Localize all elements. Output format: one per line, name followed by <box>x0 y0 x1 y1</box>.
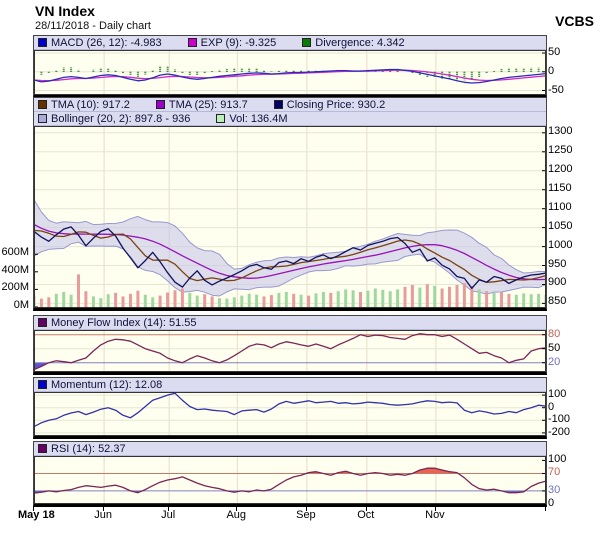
legend-bar: Money Flow Index (14): 51.55 <box>34 316 546 330</box>
close-swatch <box>273 100 283 109</box>
legend-item: EXP (9): -9.325 <box>187 36 277 49</box>
y-axis-tick-label: 50 <box>548 341 561 354</box>
legend-label: EXP (9): -9.325 <box>200 36 277 49</box>
volume-axis-label: 400M <box>1 263 29 276</box>
y-axis-tick-label: 950 <box>548 257 567 270</box>
y-axis-tick-label: 100 <box>548 388 567 401</box>
macd-plot <box>34 50 546 95</box>
volume-axis-label: 0M <box>13 299 29 311</box>
legend-item: MACD (26, 12): -4.983 <box>38 37 162 49</box>
x-axis-tick <box>545 506 546 511</box>
momentum-swatch <box>38 380 47 389</box>
tma10-swatch <box>38 100 47 109</box>
y-axis-tick-label: 100 <box>548 453 567 466</box>
legend-item: Vol: 136.4M <box>216 112 288 125</box>
macd-swatch <box>38 38 47 47</box>
legend-item: RSI (14): 52.37 <box>38 443 126 455</box>
y-axis-tick-label: 850 <box>548 295 567 308</box>
tma25-swatch <box>155 100 165 109</box>
vol-swatch <box>216 114 226 123</box>
macd-panel: MACD (26, 12): -4.983 EXP (9): -9.325 Dive… <box>33 35 547 98</box>
legend-label: TMA (10): 917.2 <box>51 98 130 111</box>
y-axis-tick-label: -200 <box>548 425 571 438</box>
price-panel: TMA (10): 917.2 TMA (25): 913.7 Closing Pr… <box>33 97 547 311</box>
legend-item: TMA (10): 917.2 <box>38 99 130 111</box>
legend-bar: MACD (26, 12): -4.983 EXP (9): -9.325 Dive… <box>34 36 546 50</box>
rsi-panel: RSI (14): 52.37 <box>33 441 547 507</box>
chart-title: VN Index <box>35 3 95 19</box>
y-axis-tick-label: 0 <box>548 400 555 413</box>
y-axis-tick-label: 20 <box>548 355 561 368</box>
legend-item: Momentum (12): 12.08 <box>38 379 162 391</box>
rsi-swatch <box>38 444 47 453</box>
y-axis-tick-label: 1150 <box>548 181 572 194</box>
x-axis-tick <box>236 506 238 511</box>
y-axis-tick-label: 50 <box>548 46 561 58</box>
legend-bar: RSI (14): 52.37 <box>34 442 546 456</box>
bollinger-swatch <box>38 114 47 123</box>
chart-subtitle: 28/11/2018 - Daily chart <box>35 20 151 32</box>
mom-panel: Momentum (12): 12.08 <box>33 377 547 439</box>
x-axis-tick <box>168 506 170 511</box>
rsi-plot <box>34 456 546 504</box>
y-axis-tick-label: 1000 <box>548 238 573 251</box>
mfi-panel: Money Flow Index (14): 51.55 <box>33 315 547 375</box>
y-axis-tick-label: 900 <box>548 276 567 289</box>
legend-item: Closing Price: 930.2 <box>273 98 386 111</box>
mfi-plot <box>34 330 546 372</box>
legend-bar: TMA (10): 917.2 TMA (25): 913.7 Closing Pr… <box>34 98 546 112</box>
y-axis-tick-label: 0 <box>548 64 555 77</box>
legend-item: Money Flow Index (14): 51.55 <box>38 317 197 329</box>
legend-item: Bollinger (20, 2): 897.8 - 936 <box>38 113 190 125</box>
x-axis-tick <box>365 506 367 511</box>
x-axis-tick <box>305 506 307 511</box>
legend-item: Divergence: 4.342 <box>302 36 405 49</box>
legend-label: Money Flow Index (14): 51.55 <box>51 316 197 329</box>
y-axis-tick-label: 1300 <box>548 124 573 137</box>
x-axis-tick <box>103 506 105 511</box>
legend-label: Divergence: 4.342 <box>315 36 405 49</box>
x-axis-start-label: May 18 <box>18 509 55 521</box>
y-axis-tick-label: 0 <box>548 497 555 509</box>
legend-item: TMA (25): 913.7 <box>155 98 248 111</box>
legend-label: MACD (26, 12): -4.983 <box>51 36 162 49</box>
price-plot <box>34 126 546 308</box>
y-axis-tick-label: -100 <box>548 413 571 426</box>
y-axis-tick-label: 1100 <box>548 200 572 213</box>
volume-axis-label: 600M <box>1 246 29 259</box>
legend-bar: Bollinger (20, 2): 897.8 - 936 Vol: 136.4… <box>34 112 546 126</box>
y-axis-tick-label: 30 <box>548 483 561 496</box>
legend-label: RSI (14): 52.37 <box>51 442 126 455</box>
x-axis-tick <box>33 506 34 511</box>
x-axis-tick <box>434 506 436 511</box>
mom-plot <box>34 392 546 436</box>
mfi-swatch <box>38 318 47 327</box>
y-axis-tick-label: 1200 <box>548 162 573 175</box>
brand-logo: VCBS <box>555 13 594 29</box>
exp-swatch <box>187 38 197 47</box>
legend-label: Closing Price: 930.2 <box>286 98 386 111</box>
y-axis-tick-label: 1050 <box>548 219 573 232</box>
legend-label: TMA (25): 913.7 <box>168 98 248 111</box>
divergence-swatch <box>302 38 312 47</box>
y-axis-tick-label: 70 <box>548 466 561 479</box>
vn-index-chart: VN Index 28/11/2018 - Daily chart VCBS M… <box>0 0 608 535</box>
y-axis-tick-label: -50 <box>548 83 564 96</box>
legend-label: Momentum (12): 12.08 <box>51 378 163 391</box>
y-axis-tick-label: 80 <box>548 327 561 340</box>
legend-label: Vol: 136.4M <box>229 112 288 125</box>
legend-label: Bollinger (20, 2): 897.8 - 936 <box>51 112 191 125</box>
legend-bar: Momentum (12): 12.08 <box>34 378 546 392</box>
y-axis-tick-label: 1250 <box>548 143 573 156</box>
volume-axis-label: 200M <box>1 281 29 294</box>
